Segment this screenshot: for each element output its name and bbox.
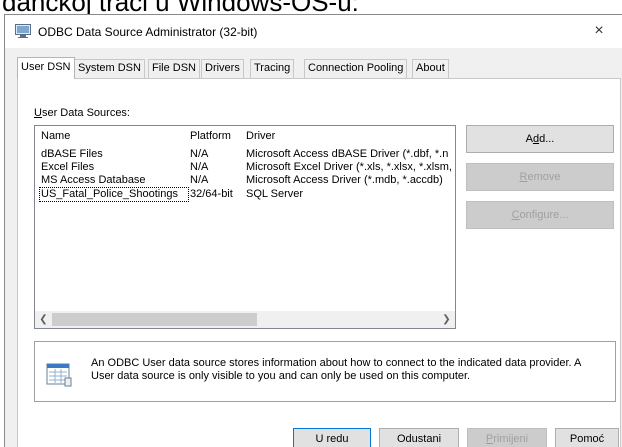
row-platform: N/A — [190, 174, 209, 186]
apply-label-post: rimijeni — [493, 433, 529, 445]
close-button[interactable]: × — [576, 15, 622, 46]
row-platform: 32/64-bit — [190, 188, 233, 200]
apply-button[interactable]: Primijeni — [467, 428, 547, 447]
tab-system-dsn[interactable]: System DSN — [74, 59, 145, 78]
tab-about[interactable]: About — [412, 59, 449, 78]
tab-user-dsn[interactable]: User DSN — [17, 57, 75, 79]
cancel-button[interactable]: Odustani — [379, 428, 459, 447]
list-item[interactable]: Excel Files N/A Microsoft Excel Driver (… — [35, 161, 455, 174]
row-driver: Microsoft Access dBASE Driver (*.dbf, *.… — [246, 148, 449, 160]
label-accelerator: U — [34, 107, 42, 119]
row-platform: N/A — [190, 148, 209, 160]
data-source-icon — [46, 363, 72, 387]
row-platform: N/A — [190, 161, 209, 173]
row-driver: Microsoft Excel Driver (*.xls, *.xlsx, *… — [246, 161, 452, 173]
scroll-right-arrow-icon[interactable]: ❯ — [438, 311, 455, 328]
row-name: MS Access Database — [41, 174, 146, 186]
odbc-dialog: ODBC Data Source Administrator (32-bit) … — [4, 14, 622, 447]
info-line-2: User data source is only visible to you … — [91, 370, 471, 382]
add-button[interactable]: Add... — [466, 125, 614, 153]
add-label-post: d... — [539, 133, 555, 145]
column-header-platform[interactable]: Platform — [190, 130, 231, 142]
label-text: ser Data Sources: — [41, 107, 130, 119]
row-name: US_Fatal_Police_Shootings — [39, 187, 189, 202]
odbc-admin-icon — [15, 24, 31, 38]
configure-label-accelerator: C — [511, 209, 520, 221]
scroll-thumb[interactable] — [52, 313, 257, 326]
row-driver: SQL Server — [246, 188, 304, 200]
data-sources-list[interactable]: Name Platform Driver dBASE Files N/A Mic… — [34, 125, 456, 329]
tab-file-dsn[interactable]: File DSN — [148, 59, 201, 78]
row-driver: Microsoft Access Driver (*.mdb, *.accdb) — [246, 174, 443, 186]
info-line-1: An ODBC User data source stores informat… — [91, 357, 582, 369]
list-header: Name Platform Driver — [35, 126, 455, 146]
title-bar: ODBC Data Source Administrator (32-bit) … — [5, 15, 622, 48]
horizontal-scrollbar[interactable]: ❮ ❯ — [35, 311, 455, 328]
tab-tracing[interactable]: Tracing — [250, 59, 295, 78]
column-header-name[interactable]: Name — [41, 130, 70, 142]
help-button[interactable]: Pomoć — [555, 428, 619, 447]
tab-drivers[interactable]: Drivers — [201, 59, 244, 78]
remove-button[interactable]: Remove — [466, 163, 614, 191]
row-name: Excel Files — [41, 161, 95, 173]
user-data-sources-label: User Data Sources: — [34, 107, 130, 119]
info-box: An ODBC User data source stores informat… — [34, 341, 616, 402]
configure-button[interactable]: Configure... — [466, 201, 614, 229]
list-item-focused[interactable]: US_Fatal_Police_Shootings 32/64-bit SQL … — [35, 187, 455, 202]
column-header-driver[interactable]: Driver — [246, 130, 275, 142]
add-label-pre: A — [525, 133, 533, 145]
scroll-left-arrow-icon[interactable]: ❮ — [35, 311, 52, 328]
user-dsn-panel: User Data Sources: Name Platform Driver … — [17, 78, 621, 447]
row-name: dBASE Files — [41, 148, 103, 160]
ok-button[interactable]: U redu — [293, 428, 371, 447]
remove-label-post: emove — [527, 171, 561, 183]
info-text: An ODBC User data source stores informat… — [91, 357, 611, 383]
window-title: ODBC Data Source Administrator (32-bit) — [38, 25, 258, 39]
configure-label-post: onfigure... — [519, 209, 569, 221]
list-item[interactable]: dBASE Files N/A Microsoft Access dBASE D… — [35, 148, 455, 161]
tab-connection-pooling[interactable]: Connection Pooling — [304, 59, 408, 78]
list-item[interactable]: MS Access Database N/A Microsoft Access … — [35, 174, 455, 187]
